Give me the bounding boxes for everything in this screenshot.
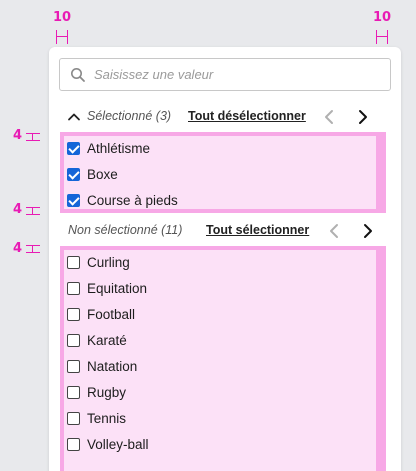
checkbox-checked[interactable] xyxy=(67,193,80,207)
list-item[interactable]: Natation xyxy=(67,355,137,377)
checkbox[interactable] xyxy=(67,411,80,425)
list-item[interactable]: Boxe xyxy=(67,163,118,185)
prev-page-button[interactable] xyxy=(321,107,339,127)
spec-left-gap-label: 10 xyxy=(53,10,72,25)
list-item[interactable]: Karaté xyxy=(67,329,127,351)
spec-gap-low-bracket xyxy=(26,245,40,253)
checkbox-checked[interactable] xyxy=(67,141,80,155)
selected-section-title: Sélectionné (3) xyxy=(87,109,172,123)
selected-section-header: Sélectionné (3) Tout désélectionner xyxy=(49,105,401,129)
spec-gap-mid-bracket xyxy=(26,207,40,215)
list-item-label: Volley-ball xyxy=(87,436,149,452)
search-box[interactable] xyxy=(59,58,391,91)
checkbox-checked[interactable] xyxy=(67,167,80,181)
search-icon xyxy=(70,67,86,83)
list-item-label: Boxe xyxy=(87,166,118,182)
spec-right-gap-bracket xyxy=(376,30,388,44)
list-item-label: Tennis xyxy=(87,410,127,426)
list-item-label: Curling xyxy=(87,254,130,270)
next-page-button[interactable] xyxy=(359,221,377,241)
next-page-button[interactable] xyxy=(354,107,372,127)
list-item-label: Natation xyxy=(87,358,138,374)
list-item[interactable]: Athlétisme xyxy=(67,137,150,159)
list-item[interactable]: Course à pieds xyxy=(67,189,178,211)
select-all-button[interactable]: Tout sélectionner xyxy=(206,223,309,237)
deselect-all-button[interactable]: Tout désélectionner xyxy=(188,109,306,123)
list-item[interactable]: Volley-ball xyxy=(67,433,149,455)
list-item[interactable]: Equitation xyxy=(67,277,147,299)
list-item[interactable]: Rugby xyxy=(67,381,126,403)
checkbox[interactable] xyxy=(67,359,80,373)
checkbox[interactable] xyxy=(67,307,80,321)
spec-left-gap-bracket xyxy=(56,30,68,44)
list-item[interactable]: Curling xyxy=(67,251,130,273)
chevron-up-icon[interactable] xyxy=(67,110,81,124)
list-item-label: Athlétisme xyxy=(87,140,151,156)
checkbox[interactable] xyxy=(67,333,80,347)
list-item-label: Rugby xyxy=(87,384,127,400)
spec-gap-mid-label: 4 xyxy=(13,202,23,217)
list-item[interactable]: Football xyxy=(67,303,135,325)
unselected-section-header: Non sélectionné (11) Tout sélectionner xyxy=(49,219,401,243)
checkbox[interactable] xyxy=(67,385,80,399)
unselected-section-title: Non sélectionné (11) xyxy=(68,223,183,237)
list-item-label: Karaté xyxy=(87,332,127,348)
checkbox[interactable] xyxy=(67,281,80,295)
list-item-label: Football xyxy=(87,306,136,322)
list-item[interactable]: Tennis xyxy=(67,407,126,429)
spec-gap-low-label: 4 xyxy=(13,241,23,256)
checkbox[interactable] xyxy=(67,255,80,269)
spec-gap-top-bracket xyxy=(26,133,40,141)
spec-gap-top-label: 4 xyxy=(13,128,23,143)
list-item-label: Course à pieds xyxy=(87,192,178,208)
prev-page-button[interactable] xyxy=(326,221,344,241)
checkbox[interactable] xyxy=(67,437,80,451)
multiselect-panel: Sélectionné (3) Tout désélectionner Athl… xyxy=(49,47,401,471)
search-input[interactable] xyxy=(94,59,384,90)
list-item-label: Equitation xyxy=(87,280,148,296)
spec-right-gap-label: 10 xyxy=(373,10,392,25)
